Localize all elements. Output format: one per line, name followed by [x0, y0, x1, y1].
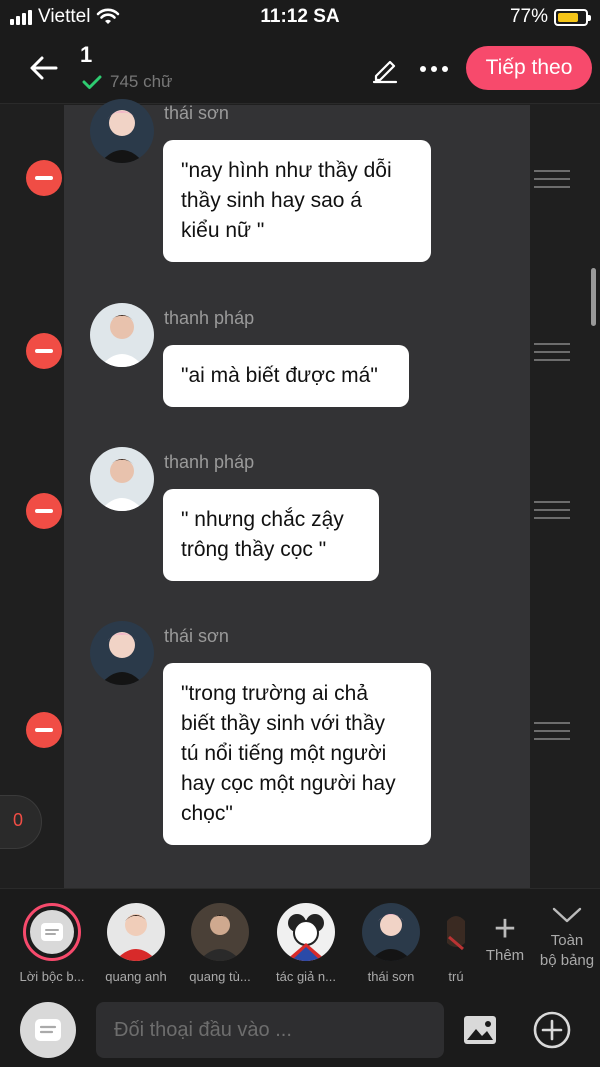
username: thái sơn — [164, 103, 229, 123]
word-count-text: 745 chữ — [110, 72, 173, 91]
image-icon[interactable] — [462, 1014, 498, 1046]
narration-mode-button[interactable] — [20, 1002, 76, 1058]
character-bar: Lời bộc b... quang anh quang tù... tác g… — [0, 888, 600, 988]
character-quang-tu[interactable]: quang tù... — [182, 903, 258, 984]
chat-area[interactable]: thái sơn "nay hình như thầy dỗi thầy sin… — [0, 99, 600, 888]
scrollbar[interactable] — [591, 268, 596, 326]
battery-percent: 77% — [509, 6, 548, 27]
drag-handle-icon[interactable] — [534, 501, 570, 521]
drag-handle-icon[interactable] — [534, 722, 570, 742]
avatar-thanh-phap[interactable] — [90, 447, 154, 511]
drag-handle-icon[interactable] — [534, 170, 570, 190]
username: thanh pháp — [164, 308, 255, 328]
more-options-icon[interactable] — [414, 54, 454, 84]
chapter-number: 1 — [80, 42, 93, 67]
character-label: quang tù... — [189, 969, 251, 984]
add-icon[interactable] — [532, 1010, 572, 1050]
character-label: thái sơn — [367, 969, 415, 984]
message-line: trông thầy cọc " — [181, 538, 327, 561]
character-quang-anh[interactable]: quang anh — [98, 903, 174, 984]
battery-fill — [558, 12, 579, 22]
battery-icon — [554, 8, 591, 26]
remove-message-button[interactable] — [26, 712, 62, 748]
remove-message-button[interactable] — [26, 333, 62, 369]
add-character-button[interactable]: + Thêm — [480, 908, 530, 964]
character-tac-gia[interactable]: tác giả n... — [268, 903, 344, 984]
more-label: Thêm — [485, 947, 525, 964]
input-bar — [0, 988, 600, 1067]
username: thanh pháp — [164, 452, 255, 472]
message-bubble[interactable]: "trong trường ai chả biết thầy sinh với … — [163, 663, 431, 845]
expand-all-button[interactable]: Toàn bộ bảng — [534, 905, 600, 971]
character-tru[interactable]: trú — [428, 903, 484, 984]
message-line: " nhưng chắc zậy — [181, 508, 344, 531]
word-count: 745 chữ — [82, 72, 172, 92]
unread-badge[interactable]: 0 — [0, 795, 42, 849]
message-line: thầy sinh hay sao á — [181, 189, 362, 212]
plus-icon: + — [493, 908, 517, 950]
battery: 77% — [509, 6, 591, 28]
avatar-thai-son[interactable] — [90, 99, 154, 163]
editor-header: 1 745 chữ Tiếp theo — [0, 34, 600, 104]
narrator-ring — [23, 903, 81, 961]
dialogue-input[interactable] — [96, 1002, 444, 1058]
message-bubble[interactable]: "ai mà biết được má" — [163, 345, 409, 407]
message-line: chọc" — [181, 802, 233, 825]
check-icon — [82, 75, 102, 89]
collapse-label: bộ bảng — [539, 952, 595, 969]
narration-icon — [35, 1019, 61, 1041]
message-line: biết thầy sinh với thầy — [181, 712, 386, 735]
next-button[interactable]: Tiếp theo — [466, 46, 592, 90]
avatar-thai-son[interactable] — [90, 621, 154, 685]
collapse-label: Toàn — [550, 932, 584, 949]
character-thai-son[interactable]: thái sơn — [353, 903, 429, 984]
chevron-down-icon — [552, 907, 582, 923]
remove-message-button[interactable] — [26, 493, 62, 529]
message-line: "trong trường ai chả — [181, 682, 369, 705]
character-narrator[interactable]: Lời bộc b... — [14, 903, 90, 984]
avatar-thanh-phap[interactable] — [90, 303, 154, 367]
character-label: tác giả n... — [276, 969, 336, 984]
character-label: trú — [448, 969, 464, 984]
message-line: "ai mà biết được má" — [181, 364, 378, 387]
badge-count: 0 — [12, 810, 23, 830]
back-arrow-icon[interactable] — [26, 50, 62, 86]
app: Viettel 11:12 SA 77% 1 745 chữ Tiếp theo — [0, 0, 600, 1067]
message-line: kiểu nữ " — [181, 219, 265, 242]
remove-message-button[interactable] — [26, 160, 62, 196]
message-bubble[interactable]: "nay hình như thầy dỗi thầy sinh hay sao… — [163, 140, 431, 262]
character-label: Lời bộc b... — [19, 969, 85, 984]
drag-handle-icon[interactable] — [534, 343, 570, 363]
pencil-icon[interactable] — [370, 54, 400, 84]
message-line: "nay hình như thầy dỗi — [181, 159, 392, 182]
message-line: hay cọc một người hay — [181, 772, 396, 795]
message-bubble[interactable]: " nhưng chắc zậy trông thầy cọc " — [163, 489, 379, 581]
narration-icon — [41, 923, 63, 941]
character-label: quang anh — [105, 969, 167, 984]
username: thái sơn — [164, 626, 229, 646]
message-line: tú nổi tiếng một người — [181, 742, 387, 765]
status-bar: Viettel 11:12 SA 77% — [0, 0, 600, 34]
